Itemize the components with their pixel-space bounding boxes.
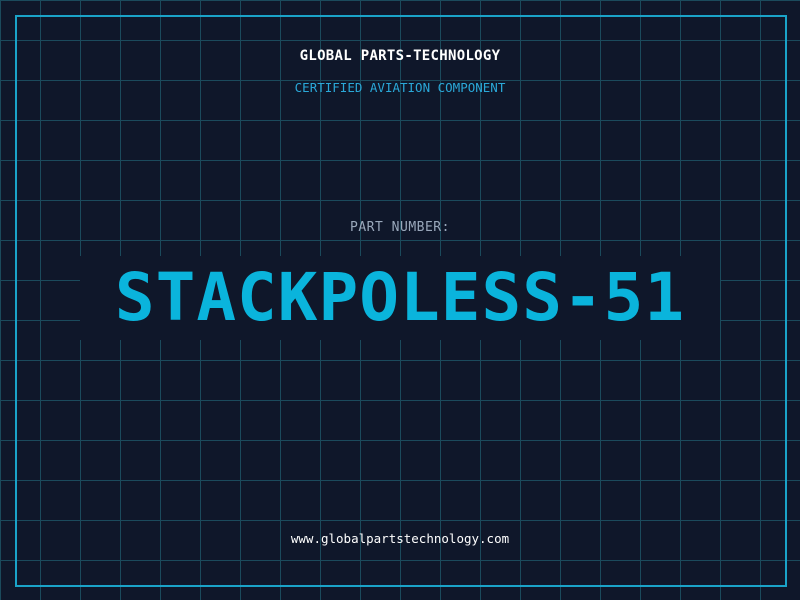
part-number-label: PART NUMBER: (350, 220, 450, 235)
company-name: GLOBAL PARTS-TECHNOLOGY (299, 48, 501, 64)
website-url: www.globalpartstechnology.com (290, 531, 510, 546)
part-number-value: STACKPOLESS-51 (80, 256, 720, 340)
certification-subtitle: CERTIFIED AVIATION COMPONENT (294, 80, 506, 95)
